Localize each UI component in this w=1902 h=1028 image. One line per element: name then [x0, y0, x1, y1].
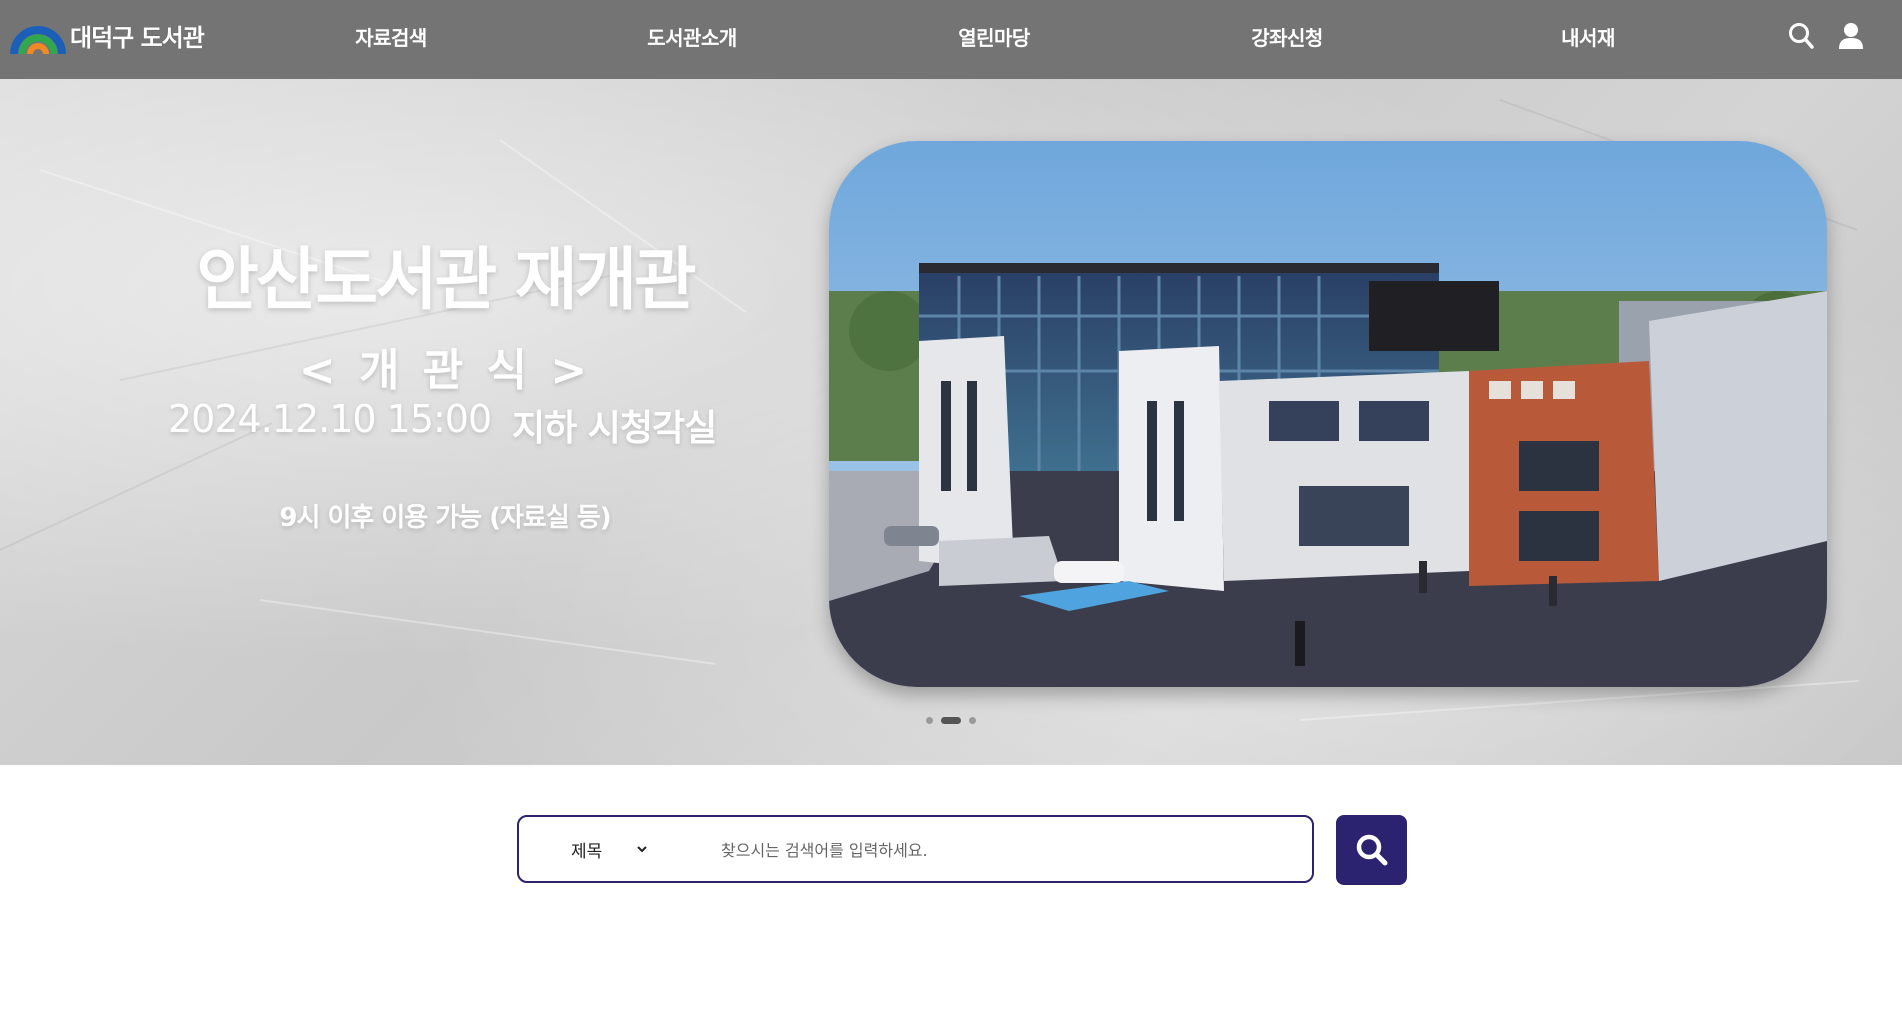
hero-banner: 안산도서관 재개관 < 개 관 식 > 2024.12.10 15:00 지하 …: [0, 79, 1902, 765]
nav-item-board[interactable]: 열린마당: [914, 22, 1074, 51]
search-submit-button[interactable]: [1336, 815, 1407, 885]
hero-note: 9시 이후 이용 가능 (자료실 등): [279, 503, 611, 533]
slide-dot-2[interactable]: [941, 716, 961, 724]
paper-crease: [259, 599, 716, 666]
logo-text: 대덕구 도서관: [70, 23, 205, 52]
user-icon[interactable]: [1838, 22, 1864, 54]
library-building-image: [829, 141, 1827, 687]
slide-dot-1[interactable]: [926, 716, 933, 724]
site-header: 대덕구 도서관 자료검색 도서관소개 열린마당 강좌신청 내서재: [0, 0, 1902, 79]
search-input[interactable]: [719, 829, 1283, 871]
nav-item-search[interactable]: 자료검색: [311, 22, 471, 51]
slide-dot-3[interactable]: [969, 716, 976, 724]
nav-item-about[interactable]: 도서관소개: [612, 22, 772, 51]
hero-subtitle: < 개 관 식 >: [298, 345, 592, 396]
hero-place: 지하 시청각실: [512, 408, 717, 449]
search-icon[interactable]: [1788, 22, 1814, 54]
chevron-down-icon: [637, 846, 647, 853]
site-logo[interactable]: 대덕구 도서관: [10, 14, 205, 56]
nav-item-my-library[interactable]: 내서재: [1508, 22, 1668, 51]
search-bar: 제목: [517, 815, 1314, 883]
search-field-select[interactable]: 제목: [571, 817, 671, 881]
hero-title: 안산도서관 재개관: [196, 241, 696, 320]
logo-arc-icon: [10, 26, 66, 55]
hero-datetime: 2024.12.10 15:00: [168, 397, 492, 441]
search-icon: [1356, 834, 1387, 866]
nav-item-lectures[interactable]: 강좌신청: [1207, 22, 1367, 51]
slide-indicator: [926, 716, 984, 724]
search-field-selected: 제목: [571, 841, 603, 862]
